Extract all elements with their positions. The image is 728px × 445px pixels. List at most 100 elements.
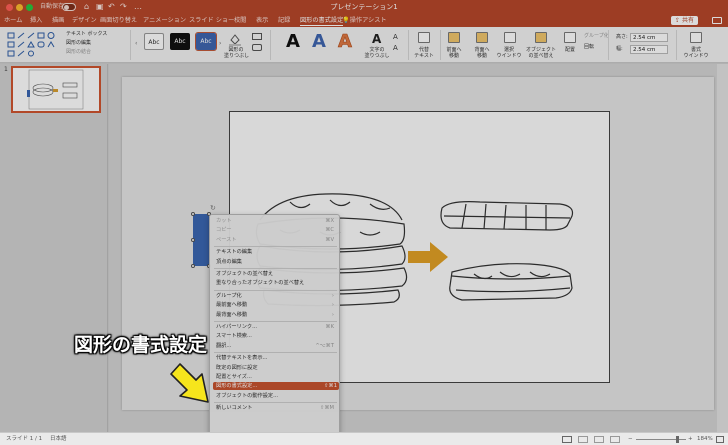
tab-slideshow[interactable]: スライド ショー: [189, 16, 234, 25]
text-fill-button[interactable]: 文字の 塗りつぶし: [364, 47, 390, 59]
ribbon-divider: [408, 30, 409, 60]
lightbulb-icon: 💡: [342, 17, 350, 24]
text-outline-icon[interactable]: A: [393, 33, 398, 41]
resize-handle[interactable]: [191, 212, 195, 216]
tab-tell-me[interactable]: 💡操作アシスト: [342, 16, 387, 25]
menu-item-label: 新しいコメント: [216, 405, 253, 412]
align-button[interactable]: 配置: [560, 47, 580, 53]
width-input[interactable]: 2.54 cm: [630, 45, 668, 54]
menu-item-label: コピー: [216, 227, 232, 234]
selection-pane-icon: [504, 32, 516, 43]
slide-sorter-icon[interactable]: [578, 436, 588, 443]
rotate-button[interactable]: 回転: [584, 44, 594, 50]
shape-outline-icon[interactable]: [252, 33, 262, 40]
bring-forward-icon: [448, 32, 460, 43]
normal-view-icon[interactable]: [562, 436, 572, 443]
menu-item[interactable]: 代替テキストを表示...: [216, 354, 336, 362]
text-box-button[interactable]: テキスト ボックス: [66, 31, 107, 37]
shape-style-3[interactable]: Abc: [195, 32, 217, 51]
reorder-objects-button[interactable]: オブジェクト の並べ替え: [522, 47, 560, 59]
menu-item[interactable]: 新しいコメント ⇧⌘M: [216, 404, 336, 412]
resize-handle[interactable]: [191, 238, 195, 242]
selection-pane-button[interactable]: 選択 ウインドウ: [494, 47, 524, 59]
menu-separator: [214, 246, 337, 248]
menu-item-label: 代替テキストを表示...: [216, 355, 268, 362]
menu-item-label: 図形の書式設定...: [216, 383, 258, 390]
menu-item[interactable]: 翻訳... ^⌥⌘T: [216, 342, 336, 350]
menu-item[interactable]: カット ⌘X: [216, 217, 336, 225]
group-button[interactable]: グループ化: [584, 33, 609, 39]
wordart-style-1[interactable]: A: [286, 32, 300, 52]
resize-handle[interactable]: [191, 264, 195, 268]
shape-effects-icon[interactable]: [252, 44, 262, 51]
menu-item-label: 翻訳...: [216, 342, 232, 349]
menu-item[interactable]: 配置とサイズ...: [216, 373, 336, 381]
menu-item[interactable]: 最背面へ移動 ›: [216, 311, 336, 319]
shapes-gallery[interactable]: [6, 31, 66, 59]
tab-transitions[interactable]: 画面切り替え: [100, 16, 137, 25]
menu-item-shortcut: ›: [331, 302, 334, 309]
shape-style-2[interactable]: Abc: [170, 33, 190, 50]
menu-item-label: テキストの編集: [216, 249, 253, 256]
menu-item[interactable]: 頂点の編集: [216, 258, 336, 266]
menu-item-label: オブジェクトの動作設定...: [216, 392, 279, 399]
tab-home[interactable]: ホーム: [4, 16, 22, 25]
reading-view-icon[interactable]: [594, 436, 604, 443]
tab-shape-format[interactable]: 図形の書式設定: [300, 16, 344, 26]
edit-shape-button[interactable]: 図形の編集: [66, 40, 91, 46]
bring-forward-button[interactable]: 前面へ 移動: [440, 47, 468, 59]
menu-item[interactable]: コピー ⌘C: [216, 226, 336, 234]
menu-item[interactable]: テキストの編集: [216, 248, 336, 256]
selected-rectangle-shape[interactable]: [193, 214, 209, 266]
share-button[interactable]: ⇪ 共有: [671, 16, 698, 25]
menu-item[interactable]: ペースト ⌘V: [216, 236, 336, 244]
slide-thumbnail[interactable]: [11, 66, 101, 113]
menu-item[interactable]: ハイパーリンク... ⌘K: [216, 323, 336, 331]
vertical-scrollbar[interactable]: [717, 64, 728, 432]
language-indicator[interactable]: 日本語: [50, 435, 67, 443]
zoom-in-icon[interactable]: +: [688, 435, 693, 443]
menu-item[interactable]: 既定の図形に設定: [216, 364, 336, 372]
gallery-right-icon[interactable]: ›: [219, 40, 221, 47]
slide-number: 1: [4, 66, 8, 73]
menu-item-shortcut: ⇧⌘1: [324, 383, 337, 390]
tab-animations[interactable]: アニメーション: [143, 16, 186, 25]
alt-text-button[interactable]: 代替 テキスト: [410, 47, 438, 59]
slideshow-icon[interactable]: [610, 436, 620, 443]
send-backward-button[interactable]: 背面へ 移動: [468, 47, 496, 59]
tab-draw[interactable]: 描画: [52, 16, 64, 25]
zoom-slider-thumb[interactable]: [676, 436, 679, 443]
zoom-level[interactable]: 184%: [697, 435, 713, 443]
shape-fill-button[interactable]: 図形の 塗りつぶし: [224, 47, 249, 59]
menu-item-format-shape[interactable]: 図形の書式設定... ⇧⌘1: [213, 382, 339, 391]
shape-fill-icon[interactable]: [228, 31, 242, 46]
tab-review[interactable]: 校閲: [234, 16, 246, 25]
merge-shapes-button[interactable]: 図形の結合: [66, 49, 91, 55]
menu-item[interactable]: 最前面へ移動 ›: [216, 301, 336, 309]
callout-label: 図形の書式設定: [74, 334, 208, 356]
menu-item[interactable]: スマート検索...: [216, 332, 336, 340]
menu-item[interactable]: 重なり合ったオブジェクトの並べ替え: [216, 279, 336, 287]
tab-view[interactable]: 表示: [256, 16, 268, 25]
fit-slide-icon[interactable]: [716, 436, 724, 443]
comments-icon[interactable]: [712, 17, 722, 24]
wordart-style-2[interactable]: A: [312, 32, 326, 52]
tab-design[interactable]: デザイン: [72, 16, 97, 25]
gallery-left-icon[interactable]: ‹: [135, 40, 137, 47]
tab-insert[interactable]: 挿入: [30, 16, 42, 25]
menu-separator: [214, 402, 337, 404]
text-fill-icon[interactable]: A: [372, 33, 381, 45]
tab-record[interactable]: 記録: [278, 16, 290, 25]
format-pane-button[interactable]: 書式 ウインドウ: [682, 47, 710, 59]
align-icon: [564, 32, 576, 43]
text-effects-icon[interactable]: A: [393, 44, 398, 52]
share-icon: ⇪: [675, 17, 681, 24]
menu-item[interactable]: オブジェクトの並べ替え: [216, 270, 336, 278]
menu-item[interactable]: グループ化 ›: [216, 292, 336, 300]
rotate-handle-icon[interactable]: ↻: [210, 204, 216, 212]
menu-item[interactable]: オブジェクトの動作設定...: [216, 392, 336, 400]
height-input[interactable]: 2.54 cm: [630, 33, 668, 42]
zoom-out-icon[interactable]: −: [628, 435, 633, 443]
shape-style-1[interactable]: Abc: [144, 33, 164, 50]
wordart-style-3[interactable]: A: [338, 31, 353, 52]
